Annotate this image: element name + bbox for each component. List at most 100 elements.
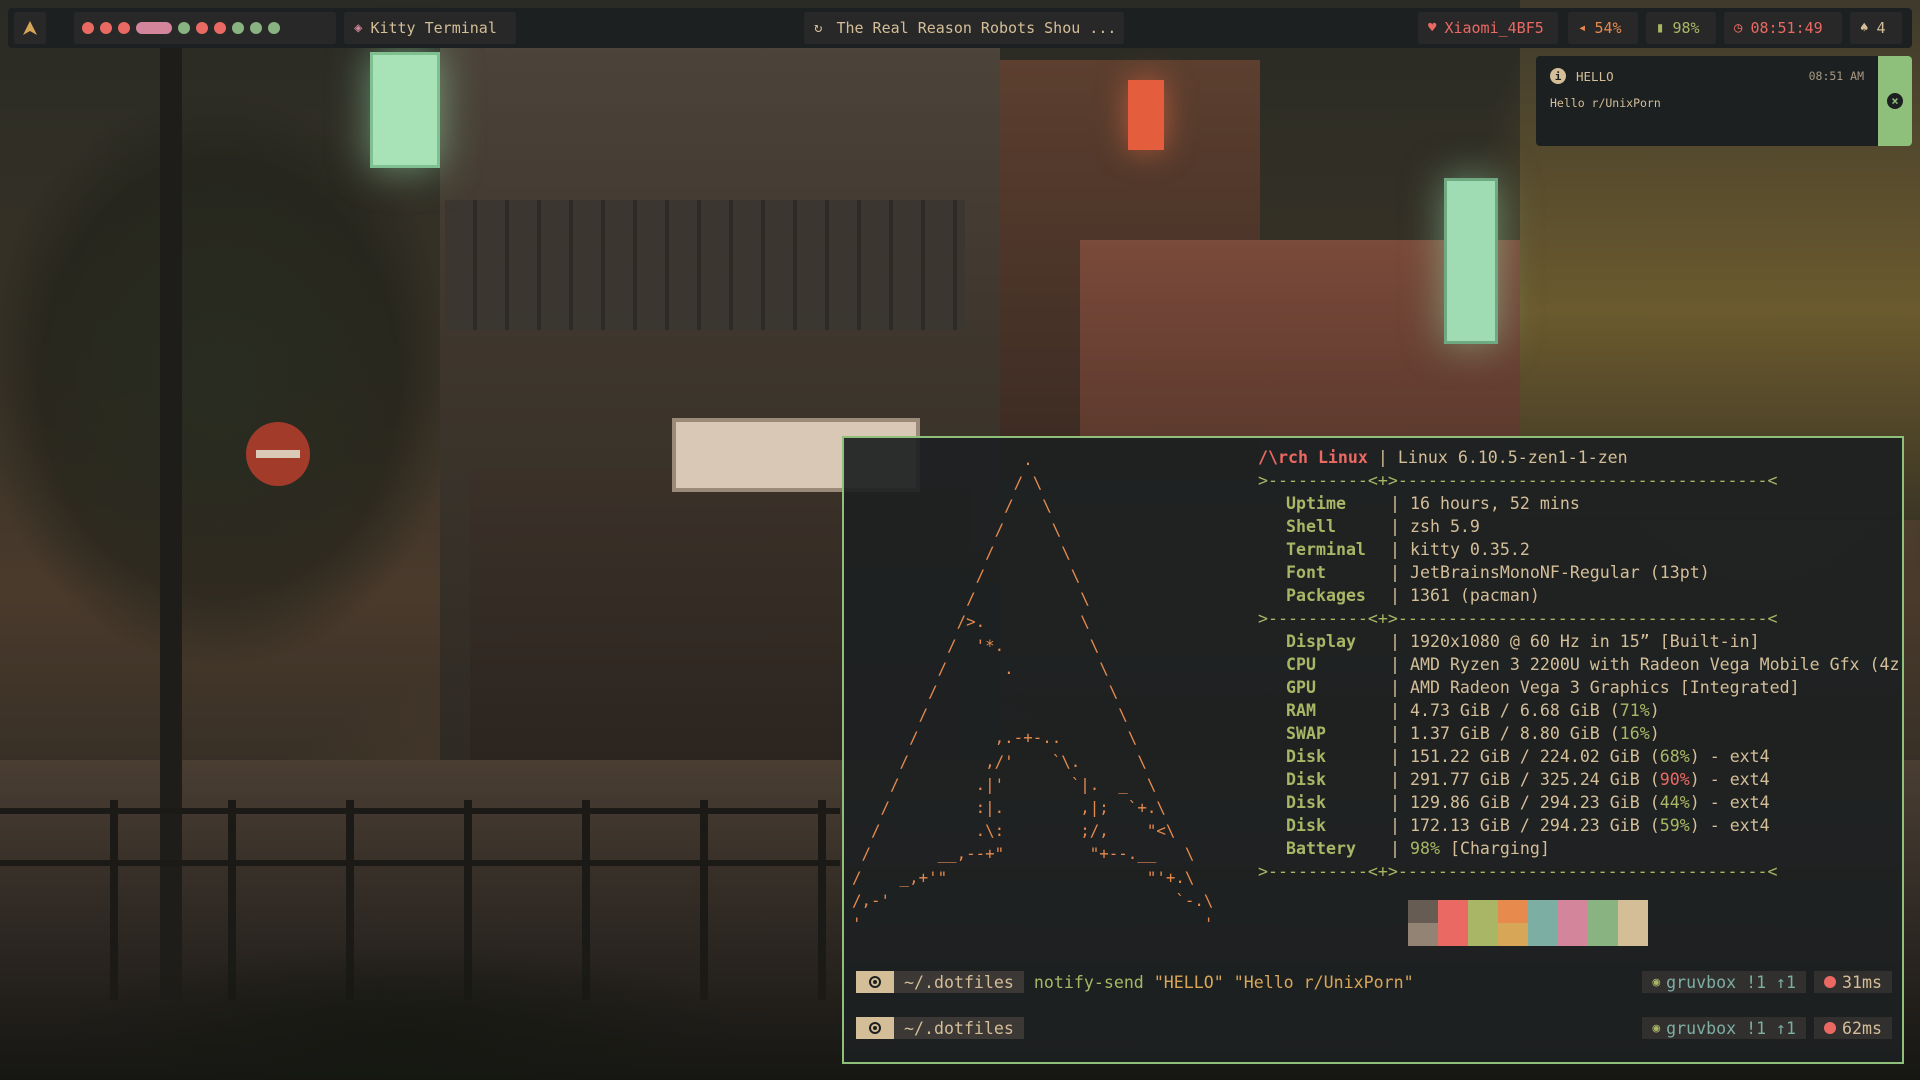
workspace-4-indicator[interactable] bbox=[136, 22, 172, 34]
kitty-terminal-window[interactable]: . / \ / \ / \ / \ / \ / \ />. \ / '*. \ bbox=[842, 436, 1904, 1064]
window-title: Kitty Terminal bbox=[370, 19, 497, 37]
workspace-10-indicator[interactable] bbox=[268, 22, 280, 34]
github-icon: ◉ bbox=[1652, 974, 1661, 990]
media-player-module[interactable]: ↻ The Real Reason Robots Shou ... bbox=[804, 12, 1124, 44]
fetch-key: Terminal bbox=[1286, 540, 1366, 559]
fetch-row-cpu: CPU | AMD Ryzen 3 2200U with Radeon Vega … bbox=[1258, 653, 1900, 676]
git-branch: gruvbox !1 ↑1 bbox=[1666, 1018, 1797, 1038]
os-title: /\rch Linux bbox=[1258, 448, 1368, 467]
fetch-group-software: Uptime | 16 hours, 52 mins Shell | zsh 5.9 T… bbox=[1258, 492, 1898, 607]
prompt-command: notify-send "HELLO" "Hello r/UnixPorn" bbox=[1034, 973, 1414, 992]
target-icon bbox=[869, 976, 881, 988]
clock-module[interactable]: ◷ 08:51:49 bbox=[1724, 12, 1842, 44]
fetch-value: ) - ext4 bbox=[1689, 793, 1770, 812]
fetch-value: zsh 5.9 bbox=[1409, 517, 1480, 536]
fetch-value: ) bbox=[1649, 724, 1660, 743]
fetch-key: Display bbox=[1286, 632, 1356, 651]
notification-header: i HELLO 08:51 AM bbox=[1550, 68, 1864, 84]
palette-swatch-3 bbox=[1468, 900, 1498, 946]
wifi-ssid: Xiaomi_4BF5 bbox=[1444, 19, 1544, 37]
cat-icon: ◈ bbox=[354, 20, 363, 36]
fetch-row-ram: RAM | 4.73 GiB / 6.68 GiB (71%) bbox=[1258, 699, 1898, 722]
fetch-row-disk: Disk | 151.22 GiB / 224.02 GiB (68%) - ex… bbox=[1258, 745, 1898, 768]
workspace-9-indicator[interactable] bbox=[250, 22, 262, 34]
prompt-right-segments: ◉ gruvbox !1 ↑1 31ms bbox=[1642, 971, 1892, 993]
fetch-value: ) - ext4 bbox=[1689, 816, 1770, 835]
wallpaper-balcony bbox=[445, 200, 965, 330]
fetch-value: kitty 0.35.2 bbox=[1409, 540, 1530, 559]
fetch-separator: >----------<+>--------------------------… bbox=[1258, 471, 1778, 490]
fetch-row-swap: SWAP | 1.37 GiB / 8.80 GiB (16%) bbox=[1258, 722, 1898, 745]
wifi-module[interactable]: ♥ Xiaomi_4BF5 bbox=[1418, 12, 1558, 44]
fetch-value: ) - ext4 bbox=[1689, 747, 1770, 766]
workspace-2-indicator[interactable] bbox=[100, 22, 112, 34]
command-args: "HELLO" "Hello r/UnixPorn" bbox=[1153, 972, 1414, 992]
arch-ascii-logo: . / \ / \ / \ / \ / \ / \ />. \ / '*. \ bbox=[852, 450, 1214, 934]
fetch-value: 1920x1080 @ 60 Hz in 15” [Built-in] bbox=[1409, 632, 1760, 651]
fetch-header: /\rch Linux | Linux 6.10.5-zen1-1-zen bbox=[1258, 448, 1628, 467]
fetch-value: 16 hours, 52 mins bbox=[1409, 494, 1580, 513]
fetch-key: Shell bbox=[1286, 517, 1336, 536]
workspace-7-indicator[interactable] bbox=[214, 22, 226, 34]
palette-swatch-2 bbox=[1438, 900, 1468, 946]
workspace-5-indicator[interactable] bbox=[178, 22, 190, 34]
fetch-percentage: 90% bbox=[1659, 770, 1690, 789]
fetch-value: [Charging] bbox=[1439, 839, 1550, 858]
wallpaper-neon-sign-right bbox=[1444, 178, 1498, 344]
workspace-6-indicator[interactable] bbox=[196, 22, 208, 34]
volume-icon: ◂ bbox=[1578, 20, 1587, 36]
fetch-percentage: 71% bbox=[1619, 701, 1650, 720]
fetch-percentage: 68% bbox=[1659, 747, 1690, 766]
exec-time: 62ms bbox=[1814, 1017, 1892, 1039]
wallpaper-bushes bbox=[0, 900, 900, 1080]
prompt-right-segments: ◉ gruvbox !1 ↑1 62ms bbox=[1642, 1017, 1892, 1039]
wallpaper-neon-sign-left bbox=[370, 52, 440, 168]
fetch-percentage: 59% bbox=[1659, 816, 1690, 835]
fetch-key: Disk bbox=[1286, 816, 1326, 835]
fetch-row-battery: Battery | 98% [Charging] bbox=[1258, 837, 1898, 860]
palette-swatch-8 bbox=[1618, 900, 1648, 946]
fetch-value: 151.22 GiB / 224.02 GiB ( bbox=[1409, 747, 1660, 766]
top-status-bar: ◈ Kitty Terminal ↻ The Real Reason Robot… bbox=[8, 8, 1912, 48]
notification-close-button[interactable]: × bbox=[1878, 56, 1912, 146]
volume-module[interactable]: ◂ 54% bbox=[1568, 12, 1638, 44]
timer-icon bbox=[1824, 1022, 1837, 1034]
fetch-row-font: Font | JetBrainsMonoNF-Regular (13pt) bbox=[1258, 561, 1898, 584]
wifi-icon: ♥ bbox=[1428, 20, 1437, 36]
fetch-value: 172.13 GiB / 294.23 GiB ( bbox=[1409, 816, 1660, 835]
prompt-line-1: ~/.dotfiles notify-send "HELLO" "Hello r… bbox=[856, 970, 1892, 994]
notification-popup[interactable]: i HELLO 08:51 AM Hello r/UnixPorn × bbox=[1536, 56, 1912, 146]
target-icon bbox=[869, 1022, 881, 1034]
fetch-value: AMD Radeon Vega 3 Graphics [Integrated] bbox=[1409, 678, 1800, 697]
fetch-key: RAM bbox=[1286, 701, 1316, 720]
fetch-key: CPU bbox=[1286, 655, 1316, 674]
notification-center-button[interactable]: ♠ 4 bbox=[1850, 12, 1902, 44]
fetch-key: Battery bbox=[1286, 839, 1356, 858]
fetch-value: 291.77 GiB / 325.24 GiB ( bbox=[1409, 770, 1660, 789]
spinner-icon: ↻ bbox=[814, 20, 823, 36]
fetch-key: Font bbox=[1286, 563, 1326, 582]
fetch-key: Uptime bbox=[1286, 494, 1346, 513]
workspace-3-indicator[interactable] bbox=[118, 22, 130, 34]
close-icon: × bbox=[1887, 93, 1903, 109]
fetch-key: Disk bbox=[1286, 747, 1326, 766]
arch-launcher-button[interactable] bbox=[14, 12, 46, 44]
fetch-percentage: 44% bbox=[1659, 793, 1690, 812]
exec-time-value: 62ms bbox=[1842, 1018, 1882, 1038]
battery-level: 98% bbox=[1672, 19, 1700, 37]
fetch-percentage: 16% bbox=[1619, 724, 1650, 743]
notification-body: i HELLO 08:51 AM Hello r/UnixPorn bbox=[1536, 56, 1878, 146]
info-icon: i bbox=[1550, 68, 1566, 84]
palette-swatch-7 bbox=[1588, 900, 1618, 946]
prompt-line-2[interactable]: ~/.dotfiles ◉ gruvbox !1 ↑1 62ms bbox=[856, 1016, 1892, 1040]
workspace-8-indicator[interactable] bbox=[232, 22, 244, 34]
fetch-value: 1361 (pacman) bbox=[1409, 586, 1540, 605]
timer-icon bbox=[1824, 976, 1837, 988]
workspace-1-indicator[interactable] bbox=[82, 22, 94, 34]
fetch-key: Disk bbox=[1286, 770, 1326, 789]
fetch-percentage: 98% bbox=[1409, 839, 1440, 858]
fetch-value: 4.73 GiB / 6.68 GiB ( bbox=[1409, 701, 1620, 720]
command-name: notify-send bbox=[1033, 972, 1144, 992]
arch-logo-icon bbox=[23, 21, 37, 35]
workspace-switcher bbox=[74, 12, 336, 44]
